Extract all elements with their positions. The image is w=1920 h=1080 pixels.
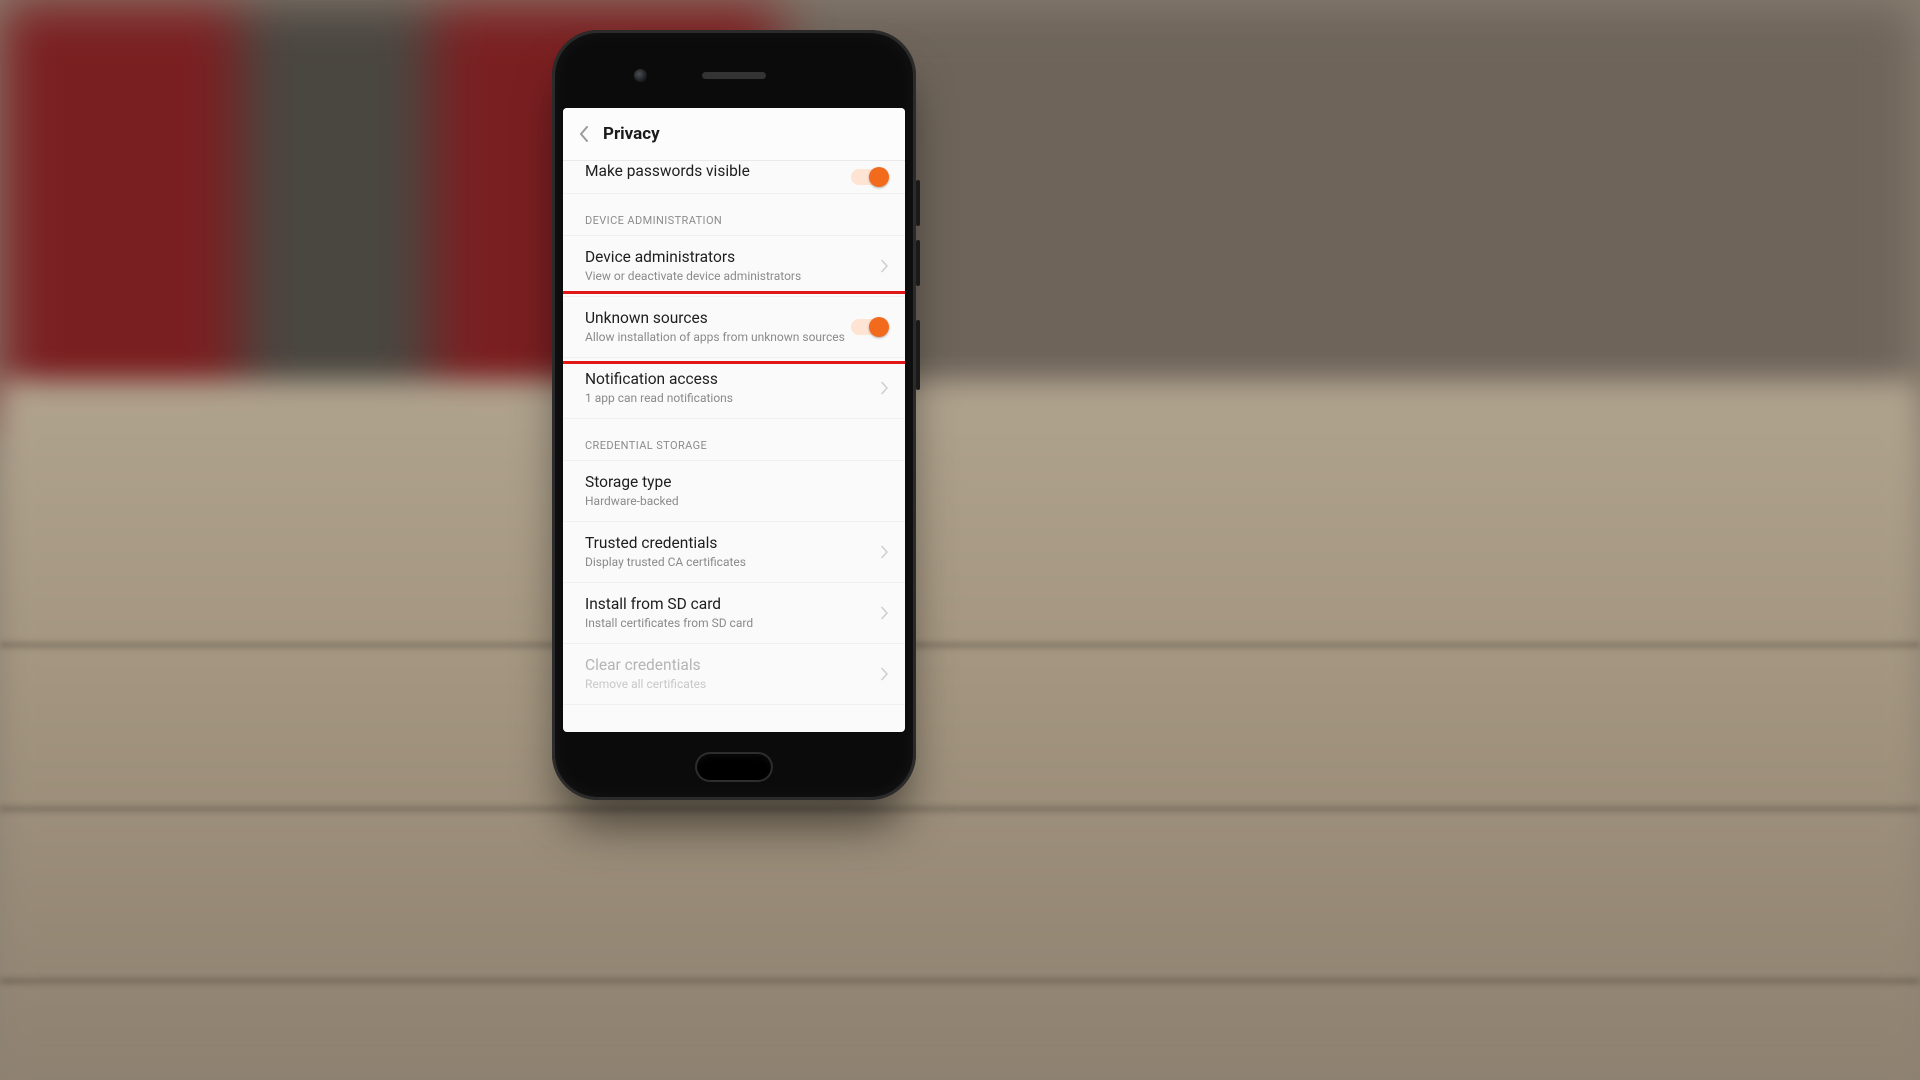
row-subtext: View or deactivate device administrators [585,269,883,284]
titlebar: Privacy [563,108,905,161]
toggle-unknown-sources[interactable] [851,319,887,335]
section-credential-storage: CREDENTIAL STORAGE [563,419,905,461]
row-make-passwords-visible[interactable]: Make passwords visible [563,161,905,194]
phone-home-button[interactable] [695,752,773,782]
row-subtext: Remove all certificates [585,677,883,692]
phone-side-button [916,240,920,286]
chevron-right-icon [881,546,889,559]
row-storage-type[interactable]: Storage type Hardware-backed [563,461,905,522]
row-subtext: Display trusted CA certificates [585,555,883,570]
row-label: Device administrators [585,247,883,267]
toggle-knob [869,317,889,337]
settings-list: Make passwords visible DEVICE ADMINISTRA… [563,161,905,705]
row-subtext: 1 app can read notifications [585,391,883,406]
toggle-knob [869,167,889,187]
phone-body: Privacy Make passwords visible DEVICE AD… [552,30,916,800]
phone-screen: Privacy Make passwords visible DEVICE AD… [563,108,905,732]
row-label: Notification access [585,369,883,389]
row-label: Make passwords visible [585,161,883,181]
row-label: Storage type [585,472,883,492]
phone-side-button [916,180,920,226]
row-notification-access[interactable]: Notification access 1 app can read notif… [563,358,905,419]
page-title: Privacy [603,124,660,144]
scene-photo: Privacy Make passwords visible DEVICE AD… [0,0,1920,1080]
table-plank-gap [0,806,1920,812]
phone-front-camera [634,69,647,82]
table-plank-gap [0,642,1920,648]
row-trusted-credentials[interactable]: Trusted credentials Display trusted CA c… [563,522,905,583]
background-table [0,380,1920,1080]
row-install-from-sd[interactable]: Install from SD card Install certificate… [563,583,905,644]
back-button[interactable] [573,123,595,145]
row-label: Install from SD card [585,594,883,614]
chevron-left-icon [579,126,589,142]
table-plank-gap [0,978,1920,984]
row-label: Trusted credentials [585,533,883,553]
toggle-make-passwords-visible[interactable] [851,169,887,185]
row-subtext: Install certificates from SD card [585,616,883,631]
background-wall [0,0,1920,420]
chevron-right-icon [881,382,889,395]
chevron-right-icon [881,607,889,620]
row-subtext: Allow installation of apps from unknown … [585,330,883,345]
row-device-administrators[interactable]: Device administrators View or deactivate… [563,236,905,297]
section-device-administration: DEVICE ADMINISTRATION [563,194,905,236]
row-subtext: Hardware-backed [585,494,883,509]
chevron-right-icon [881,260,889,273]
phone-side-button [916,320,920,390]
chevron-right-icon [881,668,889,681]
row-clear-credentials: Clear credentials Remove all certificate… [563,644,905,705]
row-label: Unknown sources [585,308,883,328]
phone-earpiece [702,72,766,79]
row-unknown-sources[interactable]: Unknown sources Allow installation of ap… [563,297,905,358]
row-label: Clear credentials [585,655,883,675]
